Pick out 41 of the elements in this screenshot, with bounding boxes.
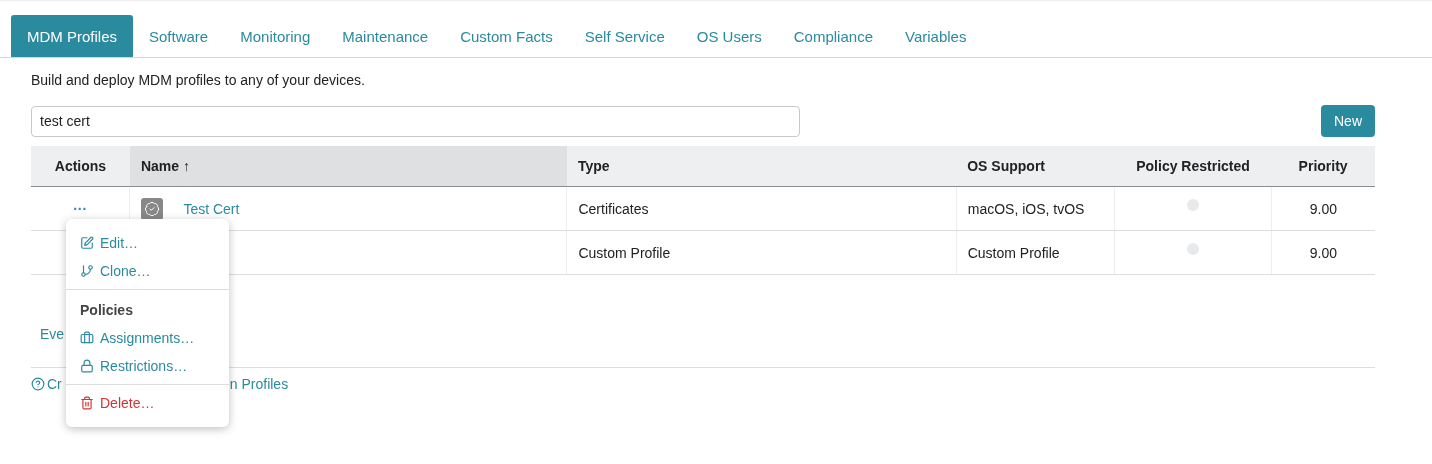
table-cell: Certificates <box>566 186 957 231</box>
tab[interactable]: Compliance <box>777 15 889 57</box>
page-description: Build and deploy MDM profiles to any of your devices. <box>31 72 366 88</box>
link[interactable]: n Profiles <box>229 376 289 392</box>
menu-item[interactable]: Delete… <box>66 389 229 417</box>
column-header[interactable]: OS Support <box>956 146 1115 187</box>
menu-item[interactable]: Restrictions… <box>66 352 229 380</box>
tab[interactable]: Custom Facts <box>444 15 569 57</box>
tab[interactable]: Self Service <box>568 15 681 57</box>
tab[interactable]: MDM Profiles <box>11 15 133 57</box>
link[interactable]: Cr <box>47 376 62 392</box>
lock-icon <box>80 359 94 373</box>
branch-icon <box>80 264 94 278</box>
column-header[interactable]: Policy Restricted <box>1114 146 1272 187</box>
table-cell: 9.00 <box>1271 230 1375 275</box>
tab[interactable]: Monitoring <box>224 15 327 57</box>
tab[interactable]: Software <box>133 15 225 57</box>
column-header[interactable]: Priority <box>1271 146 1375 187</box>
table-cell: Custom Profile <box>956 230 1115 275</box>
edit-icon <box>80 236 94 250</box>
column-header[interactable]: Actions <box>31 146 130 187</box>
tab[interactable]: Variables <box>889 15 983 57</box>
tab[interactable]: Maintenance <box>326 15 445 57</box>
menu-item[interactable]: Assignments… <box>66 324 229 352</box>
help-icon <box>31 377 45 391</box>
tab[interactable]: OS Users <box>680 15 778 57</box>
table-cell: Custom Profile <box>566 230 957 275</box>
link[interactable]: Eve <box>40 326 65 342</box>
menu-item[interactable]: Clone… <box>66 257 229 285</box>
menu-item[interactable]: Edit… <box>66 229 229 257</box>
column-header[interactable]: Name ↑ <box>129 146 567 187</box>
profile-name-link[interactable]: Test Cert <box>183 200 240 217</box>
briefcase-icon <box>80 331 94 345</box>
more-actions-button[interactable]: ··· <box>73 200 88 217</box>
trash-icon <box>80 396 94 410</box>
table-cell: macOS, iOS, tvOS <box>956 186 1115 231</box>
column-header[interactable]: Type <box>566 146 957 187</box>
search-field[interactable]: test cert <box>31 105 800 137</box>
table-cell: 9.00 <box>1271 186 1375 231</box>
new-button[interactable]: New <box>1321 105 1375 137</box>
menu-section-header: Policies <box>79 301 134 320</box>
